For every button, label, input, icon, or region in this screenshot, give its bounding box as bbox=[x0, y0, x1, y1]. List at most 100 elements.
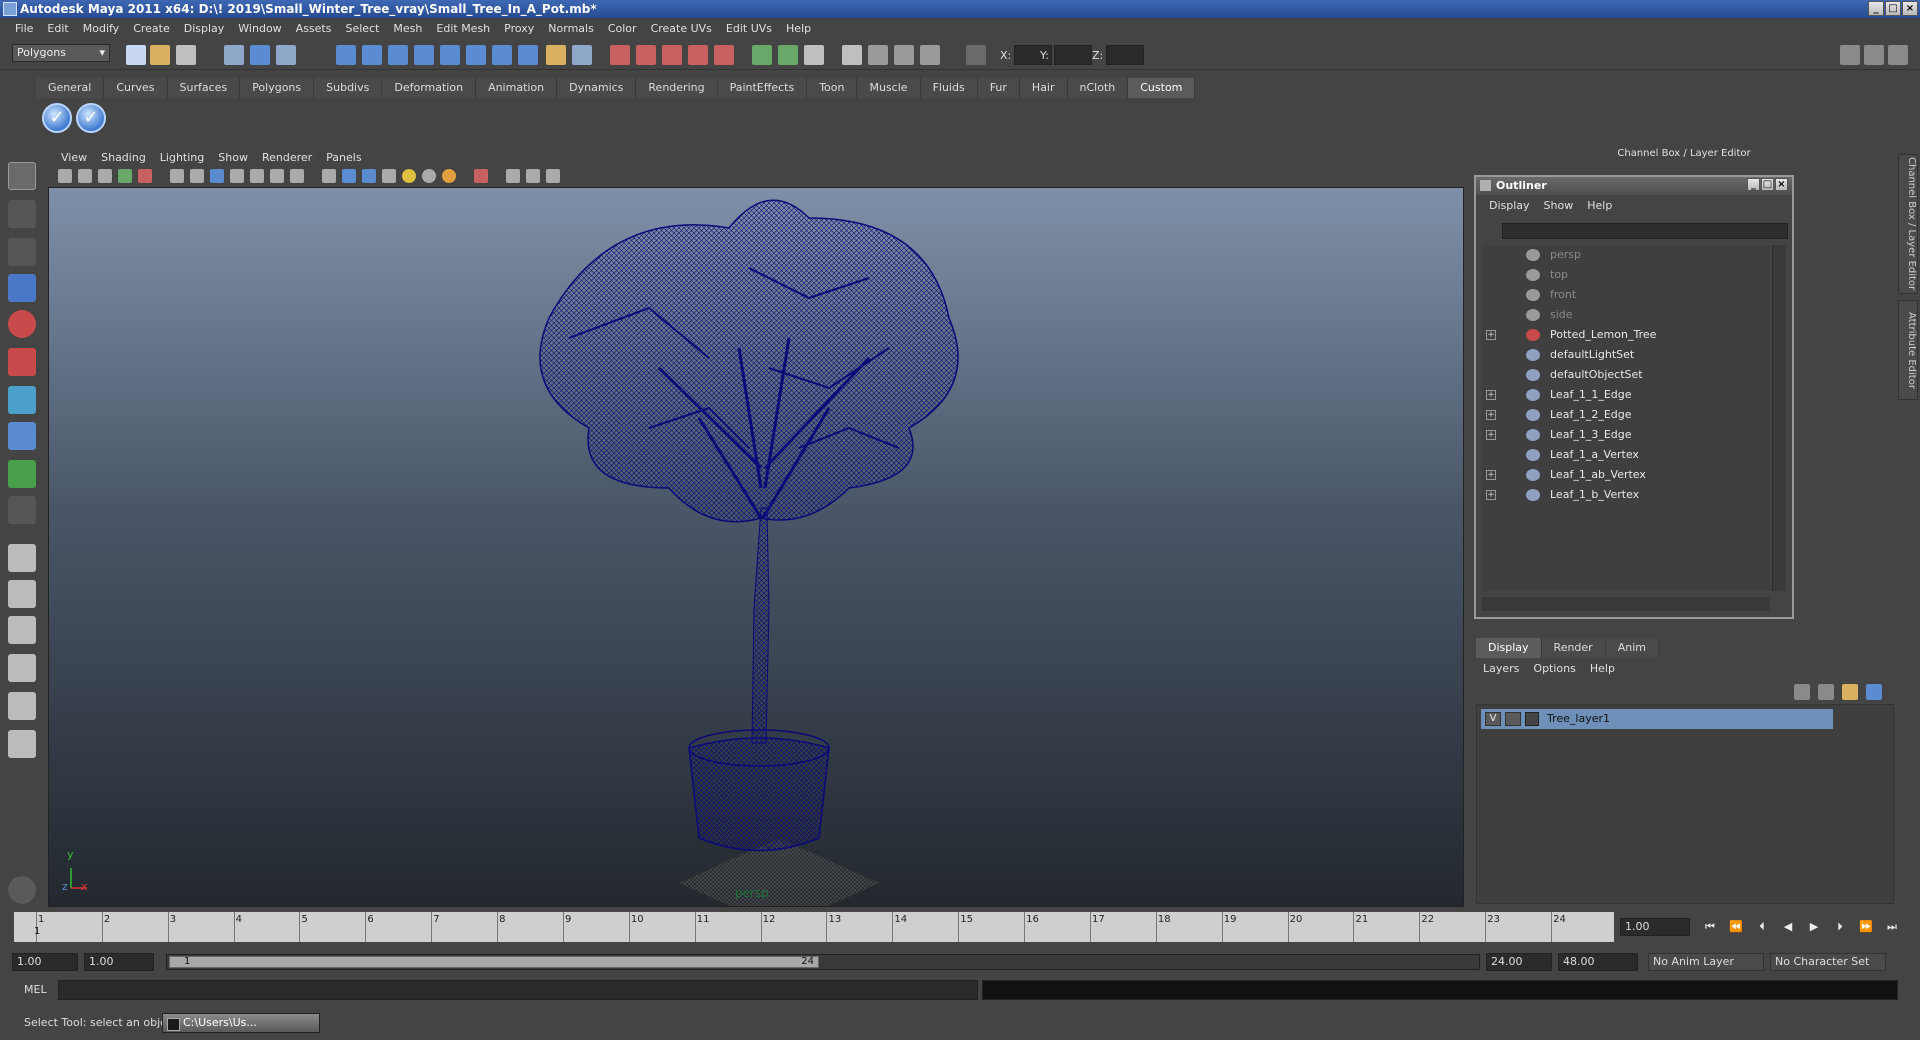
last-tool-icon[interactable] bbox=[8, 460, 36, 488]
snap-grid-icon[interactable] bbox=[336, 45, 356, 65]
camera-select-icon[interactable] bbox=[58, 169, 72, 183]
outliner-maximize-button[interactable]: □ bbox=[1761, 178, 1774, 191]
shelf-tab-ncloth[interactable]: nCloth bbox=[1067, 78, 1129, 98]
layer-tab-render[interactable]: Render bbox=[1541, 638, 1606, 658]
outliner-item[interactable]: defaultLightSet bbox=[1482, 345, 1770, 365]
expand-toggle-icon[interactable]: + bbox=[1486, 430, 1496, 440]
menu-modify[interactable]: Modify bbox=[76, 22, 126, 35]
shelf-tab-custom[interactable]: Custom bbox=[1128, 78, 1196, 98]
minimize-button[interactable]: _ bbox=[1868, 1, 1884, 16]
persp-graph-layout-icon[interactable] bbox=[8, 730, 36, 758]
menu-color[interactable]: Color bbox=[601, 22, 644, 35]
smooth-shade-icon[interactable] bbox=[342, 169, 356, 183]
menu-display[interactable]: Display bbox=[177, 22, 232, 35]
outliner-item[interactable]: + Potted_Lemon_Tree bbox=[1482, 325, 1770, 345]
menu-proxy[interactable]: Proxy bbox=[497, 22, 541, 35]
mel-input[interactable] bbox=[58, 980, 978, 1000]
hypershade-icon[interactable] bbox=[714, 45, 734, 65]
field-chart-icon[interactable] bbox=[250, 169, 264, 183]
settings-icon[interactable] bbox=[8, 876, 36, 904]
range-track[interactable]: 1 24 bbox=[166, 954, 1480, 970]
wireframe-icon[interactable] bbox=[322, 169, 336, 183]
outliner-item[interactable]: persp bbox=[1482, 245, 1770, 265]
shelf-tab-toon[interactable]: Toon bbox=[807, 78, 858, 98]
maximize-button[interactable]: □ bbox=[1885, 1, 1901, 16]
render-settings-icon[interactable] bbox=[688, 45, 708, 65]
select-component-icon[interactable] bbox=[276, 45, 296, 65]
shadows-icon[interactable] bbox=[422, 169, 436, 183]
menu-create[interactable]: Create bbox=[126, 22, 177, 35]
shelf-tab-painteffects[interactable]: PaintEffects bbox=[717, 78, 808, 98]
lock-icon[interactable] bbox=[546, 45, 566, 65]
play-backwards-icon[interactable]: ◀ bbox=[1778, 918, 1798, 936]
camera-attributes-icon[interactable] bbox=[78, 169, 92, 183]
outliner-persp-layout-icon[interactable] bbox=[8, 616, 36, 644]
shelf-tab-muscle[interactable]: Muscle bbox=[857, 78, 921, 98]
graph-persp-layout-icon[interactable] bbox=[8, 654, 36, 682]
image-plane-icon[interactable] bbox=[118, 169, 132, 183]
safe-title-icon[interactable] bbox=[290, 169, 304, 183]
menu-window[interactable]: Window bbox=[231, 22, 288, 35]
ipr-render-icon[interactable] bbox=[662, 45, 682, 65]
outliner-menu-show[interactable]: Show bbox=[1537, 199, 1581, 212]
animation-end-field[interactable]: 48.00 bbox=[1558, 953, 1638, 971]
rotate-tool-icon[interactable] bbox=[8, 310, 36, 338]
expand-toggle-icon[interactable]: + bbox=[1486, 390, 1496, 400]
mel-label[interactable]: MEL bbox=[24, 983, 47, 996]
range-handle[interactable]: 1 24 bbox=[169, 956, 819, 968]
paste-icon[interactable] bbox=[804, 45, 824, 65]
y-field[interactable] bbox=[1054, 45, 1092, 65]
wireframe-on-shaded-icon[interactable] bbox=[362, 169, 376, 183]
use-all-lights-icon[interactable] bbox=[402, 169, 416, 183]
shelf-tab-surfaces[interactable]: Surfaces bbox=[167, 78, 241, 98]
gate-mask-icon[interactable] bbox=[230, 169, 244, 183]
save-scene-icon[interactable] bbox=[176, 45, 196, 65]
menu-mesh[interactable]: Mesh bbox=[386, 22, 429, 35]
manipulator-tool-icon[interactable] bbox=[8, 386, 36, 414]
menu-edit-uvs[interactable]: Edit UVs bbox=[719, 22, 779, 35]
go-to-start-icon[interactable]: ⏮ bbox=[1700, 918, 1720, 936]
select-tool-icon[interactable] bbox=[8, 162, 36, 190]
step-back-key-icon[interactable]: ⏪ bbox=[1726, 918, 1746, 936]
checkmark-icon[interactable]: ✓ bbox=[76, 103, 106, 133]
move-tool-icon[interactable] bbox=[8, 274, 36, 302]
shelf-tab-animation[interactable]: Animation bbox=[476, 78, 558, 98]
side-tab-attribute-editor[interactable]: Attribute Editor bbox=[1898, 300, 1918, 400]
side-tab-channel-box[interactable]: Channel Box / Layer Editor bbox=[1898, 154, 1918, 294]
outliner-item[interactable]: side bbox=[1482, 305, 1770, 325]
vp-menu-renderer[interactable]: Renderer bbox=[255, 151, 319, 164]
single-pane-layout-icon[interactable] bbox=[8, 544, 36, 572]
close-button[interactable]: × bbox=[1902, 1, 1918, 16]
anim-layer-dropdown[interactable]: No Anim Layer bbox=[1648, 953, 1764, 971]
vray-icon[interactable] bbox=[920, 45, 940, 65]
vp-menu-panels[interactable]: Panels bbox=[319, 151, 368, 164]
help-icon[interactable] bbox=[518, 45, 538, 65]
shelf-tab-subdivs[interactable]: Subdivs bbox=[314, 78, 383, 98]
outliner-title-bar[interactable]: Outliner _ □ × bbox=[1476, 177, 1792, 195]
menu-set-dropdown[interactable]: Polygons bbox=[12, 44, 110, 62]
snap-point-icon[interactable] bbox=[388, 45, 408, 65]
z-field[interactable] bbox=[1106, 45, 1144, 65]
select-object-icon[interactable] bbox=[250, 45, 270, 65]
layer-menu-options[interactable]: Options bbox=[1526, 662, 1582, 675]
menu-select[interactable]: Select bbox=[338, 22, 386, 35]
xray-joints-icon[interactable] bbox=[526, 169, 540, 183]
high-quality-icon[interactable] bbox=[442, 169, 456, 183]
rename-icon[interactable] bbox=[778, 45, 798, 65]
playback-end-field[interactable]: 24.00 bbox=[1486, 953, 1552, 971]
layer-row[interactable]: V Tree_layer1 bbox=[1481, 709, 1833, 729]
vp-menu-lighting[interactable]: Lighting bbox=[153, 151, 211, 164]
resolution-gate-icon[interactable] bbox=[210, 169, 224, 183]
perspective-viewport[interactable]: y z x persp bbox=[48, 187, 1464, 907]
vp-menu-view[interactable]: View bbox=[54, 151, 94, 164]
sculpt-icon[interactable] bbox=[868, 45, 888, 65]
go-to-end-icon[interactable]: ⏭ bbox=[1882, 918, 1902, 936]
expand-toggle-icon[interactable]: + bbox=[1486, 490, 1496, 500]
shelf-tab-hair[interactable]: Hair bbox=[1019, 78, 1068, 98]
snap-vertex-icon[interactable] bbox=[466, 45, 486, 65]
lasso-tool-icon[interactable] bbox=[8, 200, 36, 228]
snap-plane-icon[interactable] bbox=[414, 45, 434, 65]
move-layer-down-icon[interactable] bbox=[1818, 684, 1834, 700]
construction-history-icon[interactable] bbox=[572, 45, 592, 65]
open-scene-icon[interactable] bbox=[150, 45, 170, 65]
